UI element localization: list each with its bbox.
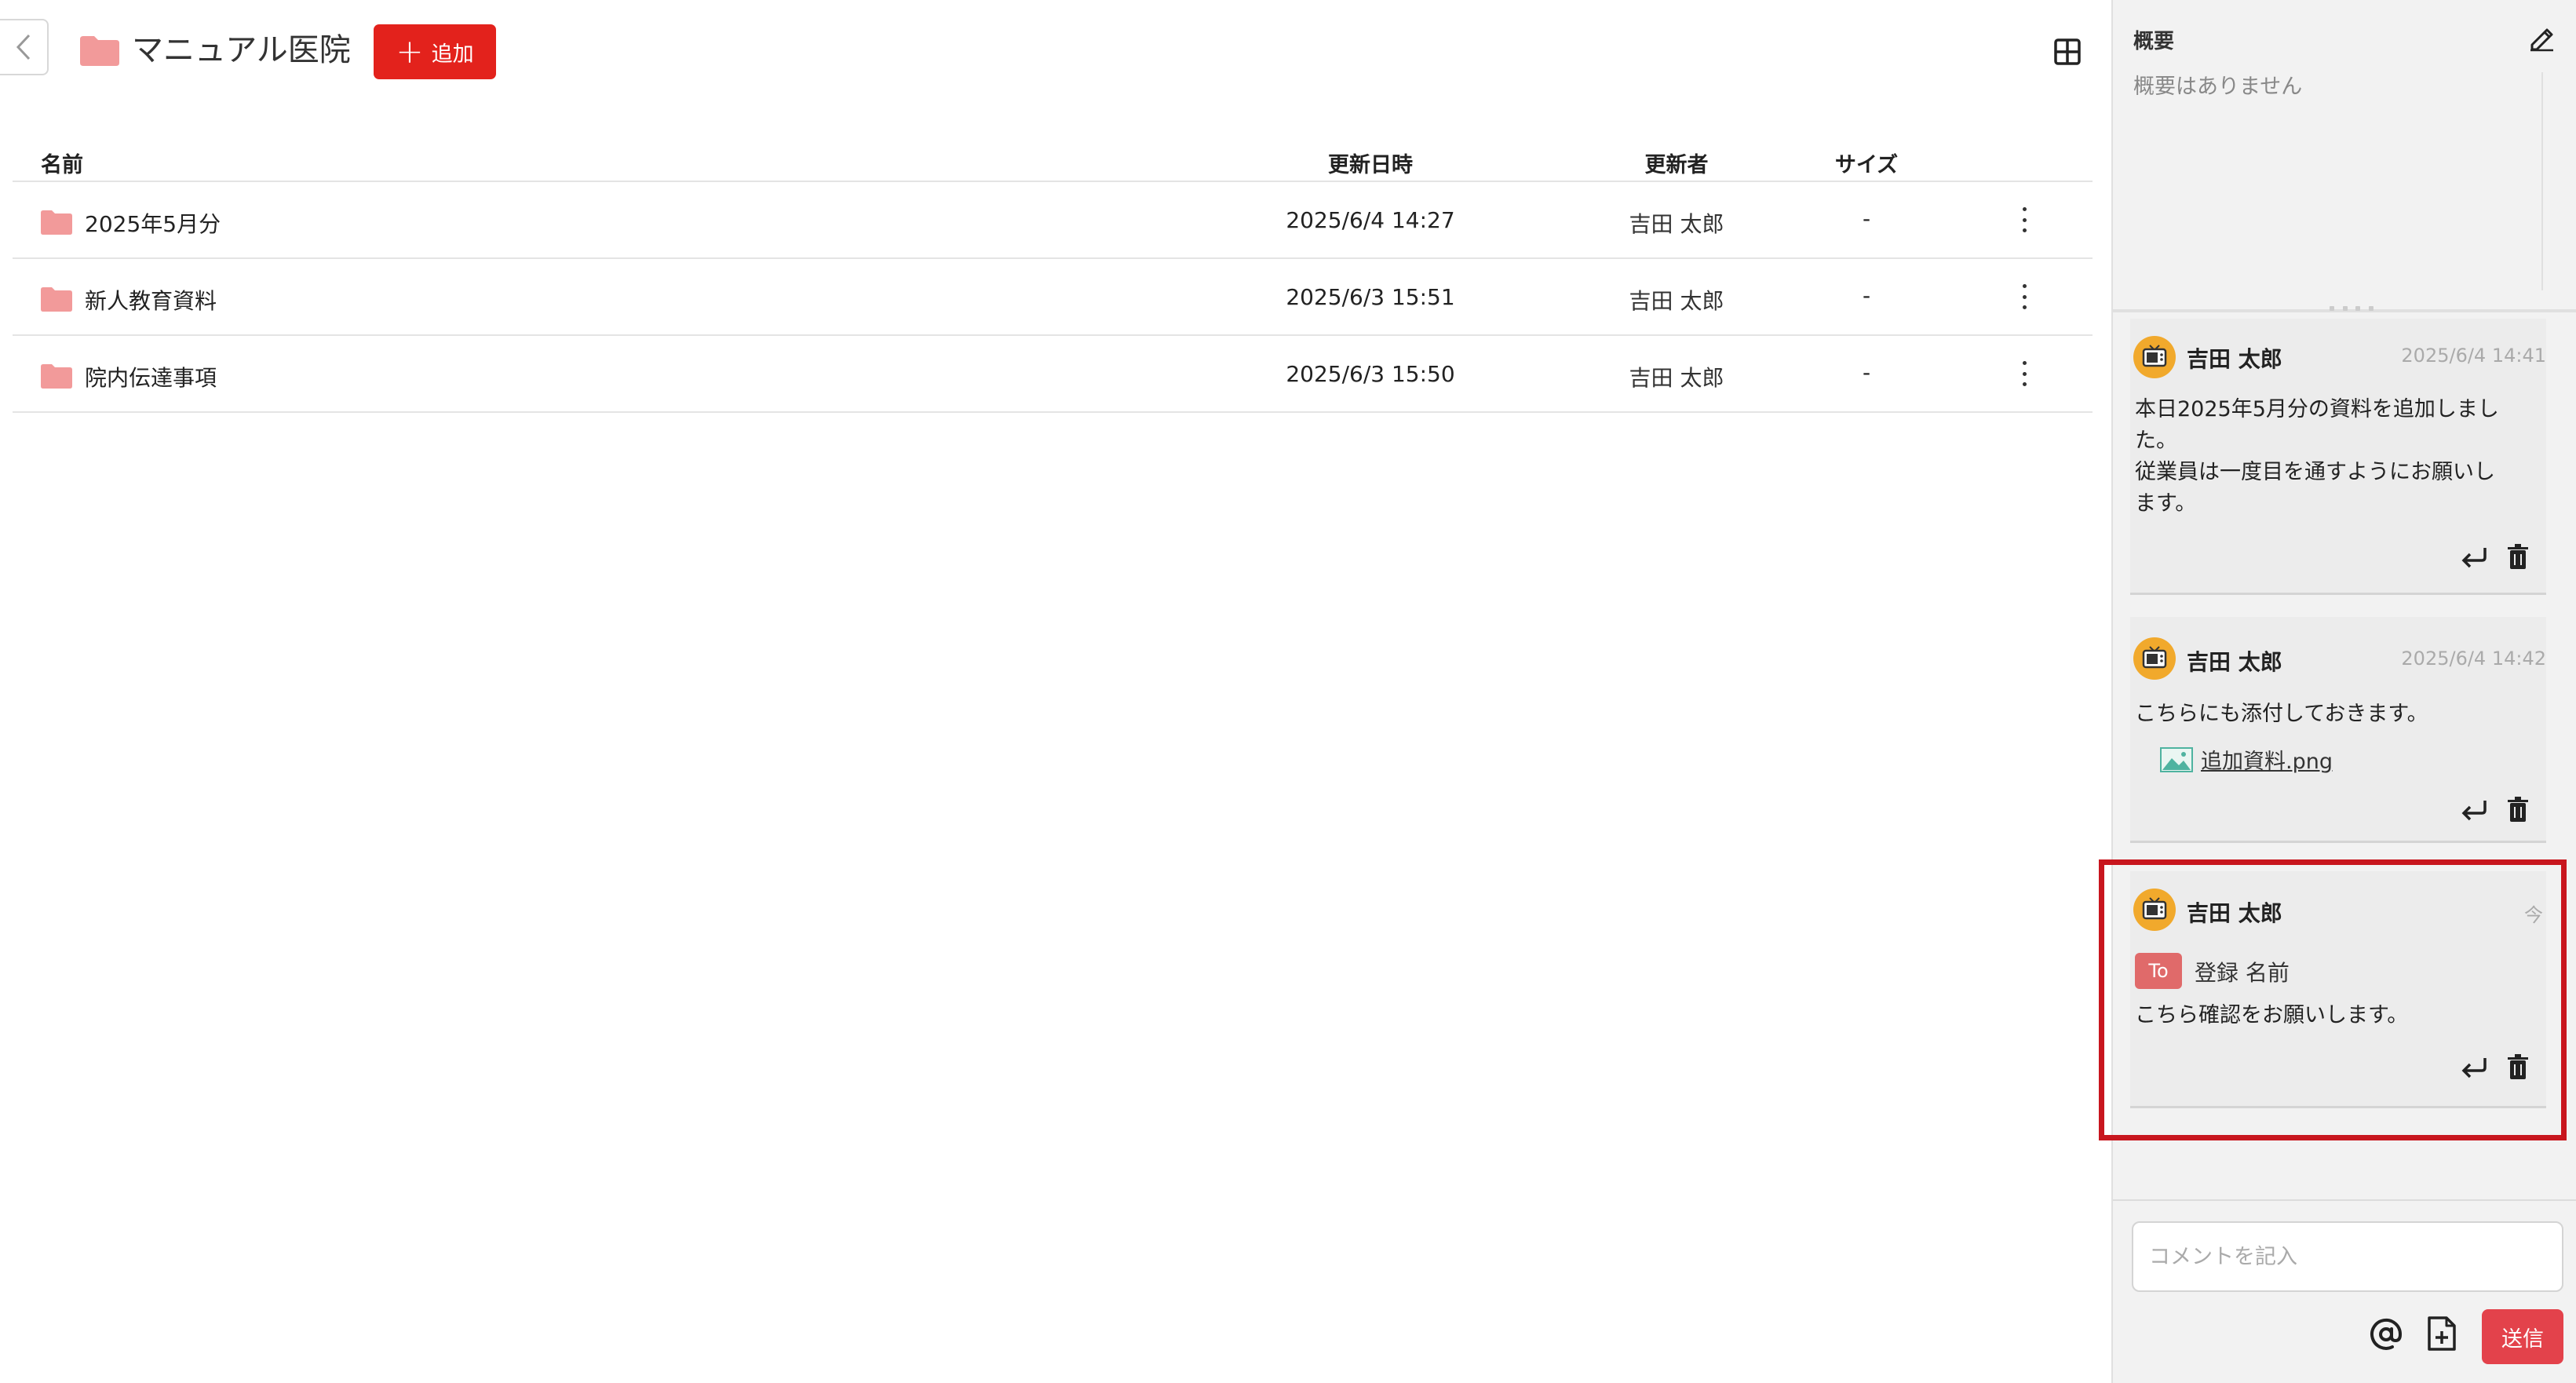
row-size: - — [1862, 283, 1871, 308]
add-button[interactable]: + 追加 — [374, 24, 496, 79]
table-row[interactable]: 2025年5月分 2025/6/4 14:27 吉田 太郎 - — [13, 182, 2093, 259]
row-updated-by: 吉田 太郎 — [1629, 365, 1724, 391]
divider — [2113, 1199, 2576, 1201]
more-vertical-icon[interactable] — [2012, 204, 2036, 235]
avatar — [2133, 637, 2176, 680]
avatar-tv-icon — [2142, 345, 2167, 367]
folder-icon — [80, 36, 119, 66]
attachment[interactable]: 追加資料.png — [2160, 744, 2333, 775]
comment-time: 2025/6/4 14:42 — [2401, 648, 2546, 670]
plus-icon: + — [396, 32, 424, 71]
image-file-icon — [2160, 746, 2193, 772]
summary-scrollbar[interactable] — [2541, 72, 2543, 290]
row-size: - — [1862, 206, 1871, 232]
back-button[interactable] — [0, 19, 49, 75]
reply-icon[interactable] — [2458, 543, 2490, 571]
trash-icon[interactable] — [2505, 796, 2530, 824]
edit-icon[interactable] — [2527, 24, 2556, 52]
highlight-frame — [2099, 859, 2567, 1140]
row-updated-at: 2025/6/3 15:50 — [1286, 361, 1455, 387]
row-updated-by: 吉田 太郎 — [1629, 211, 1724, 237]
comment-author: 吉田 太郎 — [2187, 346, 2282, 372]
comment-text: こちらにも添付しておきます。 — [2135, 702, 2428, 726]
comment-text: 本日2025年5月分の資料を追加しまし た。 従業員は一度目を通すようにお願いし… — [2135, 397, 2499, 516]
page-title: マニュアル医院 — [132, 32, 351, 68]
table-row[interactable]: 新人教育資料 2025/6/3 15:51 吉田 太郎 - — [13, 259, 2093, 336]
avatar — [2133, 336, 2176, 378]
splitter-grip-icon[interactable] — [2330, 306, 2373, 314]
table-row[interactable]: 院内伝達事項 2025/6/3 15:50 吉田 太郎 - — [13, 336, 2093, 413]
trash-icon[interactable] — [2505, 543, 2530, 571]
detail-panel: 概要 概要はありません 吉田 太郎 2025/6/4 14:41 本日2025年… — [2111, 0, 2576, 1383]
row-updated-at: 2025/6/3 15:51 — [1286, 284, 1455, 310]
column-header-updated-at[interactable]: 更新日時 — [1312, 148, 1429, 178]
row-name[interactable]: 2025年5月分 — [85, 207, 221, 239]
row-updated-at: 2025/6/4 14:27 — [1286, 207, 1455, 233]
back-chevron-icon — [16, 34, 31, 60]
summary-text: 概要はありません — [2133, 75, 2303, 99]
table-header: 名前 更新日時 更新者 サイズ — [13, 126, 2093, 182]
comment-time: 2025/6/4 14:41 — [2401, 345, 2546, 367]
attachment-link[interactable]: 追加資料.png — [2201, 744, 2333, 775]
comment-item: 吉田 太郎 2025/6/4 14:41 本日2025年5月分の資料を追加しまし… — [2130, 319, 2546, 595]
column-header-name[interactable]: 名前 — [41, 148, 83, 178]
row-size: - — [1862, 359, 1871, 385]
avatar-tv-icon — [2142, 646, 2167, 669]
summary-title: 概要 — [2133, 30, 2175, 53]
row-name[interactable]: 新人教育資料 — [85, 284, 217, 316]
file-browser-pane: マニュアル医院 + 追加 名前 更新日時 更新者 サイズ 2025年5月分 20… — [0, 0, 2111, 1383]
grid-view-icon[interactable] — [2053, 38, 2082, 66]
comment-author: 吉田 太郎 — [2187, 649, 2282, 675]
column-header-updated-by[interactable]: 更新者 — [1618, 148, 1735, 178]
more-vertical-icon[interactable] — [2012, 281, 2036, 312]
column-header-size[interactable]: サイズ — [1808, 148, 1925, 178]
row-updated-by: 吉田 太郎 — [1629, 288, 1724, 314]
add-button-label: 追加 — [431, 42, 474, 67]
file-table: 名前 更新日時 更新者 サイズ 2025年5月分 2025/6/4 14:27 … — [13, 126, 2093, 413]
folder-icon — [41, 364, 72, 389]
send-button[interactable]: 送信 — [2482, 1309, 2563, 1364]
more-vertical-icon[interactable] — [2012, 358, 2036, 389]
attach-file-icon[interactable] — [2427, 1315, 2457, 1352]
row-name[interactable]: 院内伝達事項 — [85, 361, 217, 392]
folder-icon — [41, 287, 72, 312]
at-mention-icon[interactable] — [2369, 1317, 2403, 1352]
folder-icon — [41, 210, 72, 235]
comment-item: 吉田 太郎 2025/6/4 14:42 こちらにも添付しておきます。 追加資料… — [2130, 617, 2546, 843]
comment-input[interactable] — [2132, 1221, 2563, 1292]
reply-icon[interactable] — [2458, 796, 2490, 824]
